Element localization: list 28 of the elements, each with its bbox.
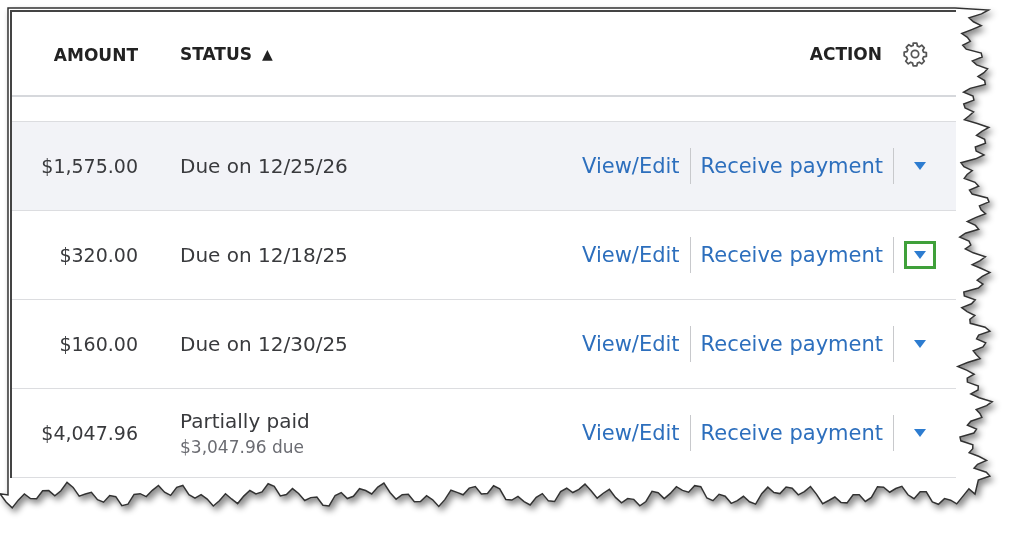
- view-edit-link[interactable]: View/Edit: [582, 243, 680, 267]
- sort-indicator: ▲: [262, 45, 273, 62]
- amount-cell: $160.00: [59, 333, 138, 355]
- column-header[interactable]: STATUS: [180, 43, 252, 64]
- receive-payment-link[interactable]: Receive payment: [700, 243, 883, 267]
- caret-icon: [914, 162, 926, 170]
- receive-payment-link[interactable]: Receive payment: [700, 421, 883, 445]
- amount-cell: $1,575.00: [41, 155, 138, 177]
- view-edit-link[interactable]: View/Edit: [582, 332, 680, 356]
- caret-icon: [914, 251, 926, 259]
- column-header: ACTION: [809, 43, 882, 64]
- amount-cell: $320.00: [59, 244, 138, 266]
- status-cell-text: Partially paid: [180, 409, 311, 433]
- column-header[interactable]: AMOUNT: [53, 44, 138, 65]
- caret-icon: [914, 429, 926, 437]
- amount-cell: $4,047.96: [41, 422, 138, 444]
- view-edit-link[interactable]: View/Edit: [582, 421, 680, 445]
- settings-icon[interactable]: [902, 40, 928, 67]
- table-row[interactable]: $1,575.00 Due on 12/25/26 View/Edit Receive payment: [12, 122, 956, 211]
- amount-due-note: $3,047.96 due: [180, 437, 305, 457]
- dropdown-button[interactable]: [904, 241, 936, 269]
- receive-payment-link[interactable]: Receive payment: [700, 154, 883, 178]
- caret-icon: [914, 340, 926, 348]
- status-cell-text: Due on 12/30/25: [180, 332, 349, 356]
- status-cell-text: Due on 12/18/25: [180, 243, 349, 267]
- receive-payment-link[interactable]: Receive payment: [700, 332, 883, 356]
- status-cell-text: Due on 12/25/26: [180, 154, 349, 178]
- view-edit-link[interactable]: View/Edit: [582, 154, 680, 178]
